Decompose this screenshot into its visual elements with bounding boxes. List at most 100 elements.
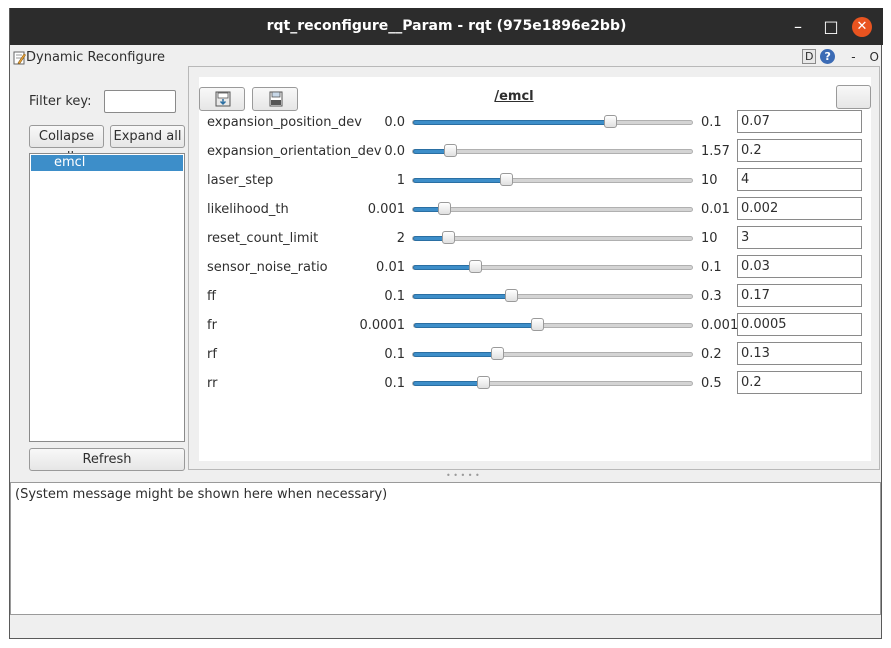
filter-key-input[interactable] — [104, 90, 176, 113]
dock-button[interactable]: D — [802, 49, 817, 64]
slider-handle[interactable] — [442, 231, 455, 244]
horizontal-splitter-handle[interactable]: • • • • • — [446, 471, 480, 480]
param-max: 0.1 — [701, 115, 722, 130]
param-max: 0.001 — [701, 318, 739, 333]
param-row-sensor-noise-ratio: sensor_noise_ratio 0.01 0.1 0.03 — [199, 252, 871, 281]
slider-handle[interactable] — [477, 376, 490, 389]
collapse-all-button[interactable]: Collapse all — [29, 125, 104, 165]
param-name: rr — [207, 376, 218, 391]
param-max: 0.5 — [701, 376, 722, 391]
slider-fill — [413, 178, 506, 183]
system-message-area: (System message might be shown here when… — [10, 482, 881, 615]
param-name: expansion_position_dev — [207, 115, 362, 130]
param-slider[interactable] — [412, 376, 693, 389]
param-min: 0.0001 — [359, 318, 406, 333]
param-name: ff — [207, 289, 216, 304]
plugin-header: Dynamic Reconfigure D ? - O — [10, 48, 883, 68]
slider-handle[interactable] — [469, 260, 482, 273]
param-value-input[interactable]: 4 — [737, 168, 862, 191]
help-icon[interactable]: ? — [820, 49, 836, 64]
param-slider[interactable] — [413, 318, 693, 331]
param-value-input[interactable]: 0.0005 — [737, 313, 862, 336]
param-slider[interactable] — [412, 144, 693, 157]
param-value-input[interactable]: 0.03 — [737, 255, 862, 278]
param-min: 0.0 — [384, 144, 405, 159]
slider-fill — [414, 323, 537, 328]
param-value-input[interactable]: 0.17 — [737, 284, 862, 307]
param-row-laser-step: laser_step 1 10 4 — [199, 165, 871, 194]
slider-handle[interactable] — [491, 347, 504, 360]
slider-fill — [413, 352, 497, 357]
plugin-controls: D ? - O — [802, 49, 879, 64]
param-row-expansion-position-dev: expansion_position_dev 0.0 0.1 0.07 — [199, 107, 871, 136]
param-slider[interactable] — [412, 347, 693, 360]
maximize-button[interactable]: □ — [820, 16, 842, 38]
param-name: likelihood_th — [207, 202, 289, 217]
param-max: 10 — [701, 173, 718, 188]
slider-handle[interactable] — [604, 115, 617, 128]
param-min: 0.01 — [376, 260, 405, 275]
param-max: 0.3 — [701, 289, 722, 304]
param-min: 0.1 — [384, 347, 405, 362]
param-value-input[interactable]: 3 — [737, 226, 862, 249]
param-value-input[interactable]: 0.2 — [737, 139, 862, 162]
param-value-input[interactable]: 0.07 — [737, 110, 862, 133]
param-min: 0.001 — [367, 202, 405, 217]
param-max: 1.57 — [701, 144, 730, 159]
node-tree[interactable]: emcl — [29, 153, 185, 442]
save-icon — [215, 91, 231, 107]
system-message-text: (System message might be shown here when… — [15, 487, 388, 502]
close-node-button[interactable] — [836, 85, 871, 109]
param-max: 0.1 — [701, 260, 722, 275]
plugin-title: Dynamic Reconfigure — [26, 50, 165, 65]
param-min: 0.1 — [384, 376, 405, 391]
param-row-rr: rr 0.1 0.5 0.2 — [199, 368, 871, 397]
filter-key-label: Filter key: — [29, 94, 92, 109]
param-value-input[interactable]: 0.002 — [737, 197, 862, 220]
param-value-input[interactable]: 0.13 — [737, 342, 862, 365]
slider-handle[interactable] — [531, 318, 544, 331]
param-row-likelihood-th: likelihood_th 0.001 0.01 0.002 — [199, 194, 871, 223]
param-slider[interactable] — [412, 231, 693, 244]
close-button[interactable]: ✕ — [852, 17, 872, 37]
param-slider[interactable] — [412, 173, 693, 186]
param-min: 1 — [396, 173, 405, 188]
param-editor: /emcl expansion_position_dev 0.0 0.1 0.07 ex… — [199, 77, 871, 461]
slider-fill — [413, 294, 511, 299]
param-min: 0.0 — [384, 115, 405, 130]
edit-icon — [13, 51, 26, 65]
param-name: fr — [207, 318, 217, 333]
param-row-expansion-orientation-dev: expansion_orientation_dev 0.0 1.57 0.2 — [199, 136, 871, 165]
title-bar[interactable]: rqt_reconfigure__Param - rqt (975e1896e2… — [10, 8, 883, 45]
param-slider[interactable] — [412, 115, 693, 128]
param-slider[interactable] — [412, 202, 693, 215]
refresh-button[interactable]: Refresh — [29, 448, 185, 471]
param-row-ff: ff 0.1 0.3 0.17 — [199, 281, 871, 310]
param-slider[interactable] — [412, 289, 693, 302]
slider-handle[interactable] — [438, 202, 451, 215]
slider-fill — [413, 381, 483, 386]
tree-item-emcl[interactable]: emcl — [31, 155, 183, 171]
slider-fill — [413, 120, 610, 125]
node-title: /emcl — [494, 89, 534, 104]
param-row-rf: rf 0.1 0.2 0.13 — [199, 339, 871, 368]
param-min: 2 — [396, 231, 405, 246]
param-name: reset_count_limit — [207, 231, 319, 246]
slider-handle[interactable] — [505, 289, 518, 302]
param-slider[interactable] — [412, 260, 693, 273]
param-max: 0.2 — [701, 347, 722, 362]
param-name: sensor_noise_ratio — [207, 260, 328, 275]
param-panel: /emcl expansion_position_dev 0.0 0.1 0.07 ex… — [188, 66, 880, 470]
slider-fill — [413, 265, 475, 270]
expand-all-button[interactable]: Expand all — [110, 125, 185, 148]
options-button[interactable]: O — [870, 50, 879, 64]
param-name: expansion_orientation_dev — [207, 144, 382, 159]
app-window: rqt_reconfigure__Param - rqt (975e1896e2… — [9, 8, 883, 639]
slider-handle[interactable] — [444, 144, 457, 157]
slider-handle[interactable] — [500, 173, 513, 186]
param-min: 0.1 — [384, 289, 405, 304]
param-value-input[interactable]: 0.2 — [737, 371, 862, 394]
minimize-button[interactable]: – — [787, 16, 809, 38]
status-bar — [10, 616, 881, 638]
reload-button[interactable]: - — [851, 50, 855, 64]
